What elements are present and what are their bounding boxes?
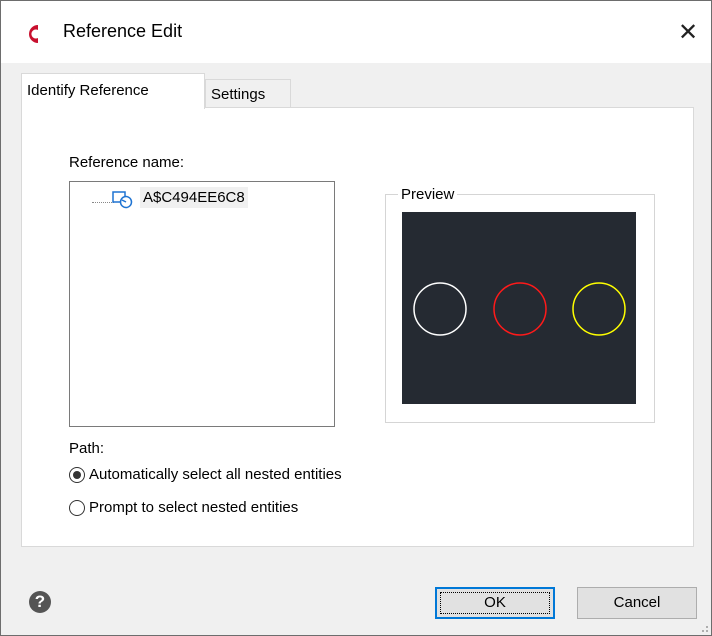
radio-button-unchecked[interactable] xyxy=(69,499,85,516)
radio-prompt-select-nested[interactable]: Prompt to select nested entities xyxy=(69,499,298,516)
tree-item-reference[interactable]: A$C494EE6C8 xyxy=(140,187,248,208)
cancel-button[interactable]: Cancel xyxy=(577,587,697,619)
title-bar: Reference Edit ✕ xyxy=(1,1,711,63)
radio-label-auto: Automatically select all nested entities xyxy=(89,466,342,483)
identify-reference-panel: Reference name: A$C494EE6C8 Preview Path… xyxy=(21,107,694,547)
path-label: Path: xyxy=(69,440,105,457)
preview-label: Preview xyxy=(398,186,458,203)
reference-name-label: Reference name: xyxy=(69,154,185,171)
preview-circle-white xyxy=(413,282,467,336)
ok-button[interactable]: OK xyxy=(435,587,555,619)
radio-auto-select-nested[interactable]: Automatically select all nested entities xyxy=(69,466,342,483)
radio-label-prompt: Prompt to select nested entities xyxy=(89,499,299,516)
preview-canvas xyxy=(402,212,636,404)
help-icon[interactable]: ? xyxy=(29,591,51,613)
reference-edit-dialog: Reference Edit ✕ Identify Reference Sett… xyxy=(0,0,712,636)
preview-circle-red xyxy=(493,282,547,336)
app-logo-icon xyxy=(29,25,38,43)
tab-identify-reference[interactable]: Identify Reference xyxy=(21,73,205,109)
radio-button-checked[interactable] xyxy=(69,466,85,483)
block-reference-icon xyxy=(112,191,133,209)
preview-circle-yellow xyxy=(572,282,626,336)
close-icon[interactable]: ✕ xyxy=(665,11,711,55)
window-title: Reference Edit xyxy=(63,21,183,41)
reference-tree[interactable]: A$C494EE6C8 xyxy=(69,181,335,427)
resize-grip-icon[interactable] xyxy=(699,623,709,633)
tree-connector xyxy=(92,202,114,203)
preview-drawing xyxy=(413,282,626,336)
tab-settings[interactable]: Settings xyxy=(205,79,291,108)
preview-group: Preview xyxy=(385,186,655,423)
